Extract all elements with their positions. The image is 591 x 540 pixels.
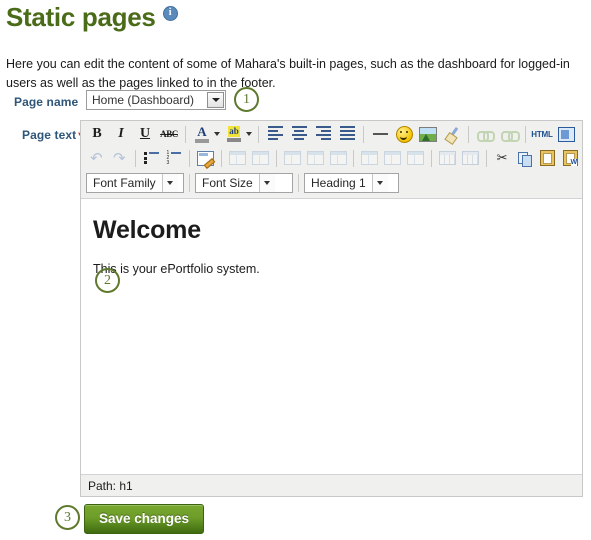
emoticon-icon[interactable]	[393, 124, 415, 145]
cut-icon[interactable]: ✂	[492, 148, 513, 169]
font-family-select-value: Font Family	[93, 176, 156, 190]
unlink-icon	[498, 124, 520, 145]
fullscreen-icon[interactable]	[555, 124, 577, 145]
rich-text-editor: B I U ABC A ab HTML ↶ ↷ 1 2 3 ✂ W Font F…	[80, 120, 583, 497]
editor-content-paragraph[interactable]: This is your ePortfolio system.	[93, 261, 570, 277]
bullet-list-icon[interactable]	[141, 148, 162, 169]
align-left-icon[interactable]	[264, 124, 286, 145]
info-icon[interactable]	[162, 6, 178, 21]
toolbar-separator	[363, 125, 364, 143]
editor-content-area[interactable]: Welcome This is your ePortfolio system.	[81, 198, 582, 475]
cell-properties-icon	[250, 148, 271, 169]
toolbar-separator	[189, 174, 190, 192]
format-select-value: Heading 1	[311, 176, 366, 190]
editor-toolbar: B I U ABC A ab HTML ↶ ↷ 1 2 3 ✂ W Font F…	[81, 121, 582, 198]
format-chevron-down-icon[interactable]	[371, 174, 388, 192]
copy-icon[interactable]	[515, 148, 536, 169]
toolbar-separator	[185, 125, 186, 143]
background-color-icon[interactable]: ab	[223, 124, 245, 145]
insert-column-after-icon	[382, 148, 403, 169]
delete-column-icon	[405, 148, 426, 169]
paste-from-word-icon[interactable]	[560, 148, 581, 169]
align-center-icon[interactable]	[288, 124, 310, 145]
merge-cells-icon	[460, 148, 481, 169]
font-size-select-value: Font Size	[202, 176, 253, 190]
align-justify-icon[interactable]	[336, 124, 358, 145]
italic-icon[interactable]: I	[110, 124, 132, 145]
annotation-marker-2: 2	[95, 268, 120, 293]
undo-icon: ↶	[90, 148, 103, 167]
cleanup-icon[interactable]	[441, 124, 463, 145]
delete-row-icon	[328, 148, 349, 169]
insert-link-icon	[474, 124, 496, 145]
insert-column-before-icon	[359, 148, 380, 169]
numbered-list-icon[interactable]: 123	[164, 148, 185, 169]
strikethrough-icon[interactable]: ABC	[158, 124, 180, 145]
horizontal-rule-icon[interactable]	[369, 124, 391, 145]
font-family-chevron-down-icon[interactable]	[161, 174, 178, 192]
editor-toolbar-row-3: Font Family Font Size Heading 1	[81, 170, 582, 196]
save-changes-button[interactable]: Save changes	[84, 504, 205, 534]
page-name-select[interactable]: Home (Dashboard)	[86, 90, 226, 110]
page-text-label-text: Page text	[22, 128, 77, 142]
toolbar-separator	[134, 149, 136, 167]
bold-icon[interactable]: B	[86, 124, 108, 145]
format-select[interactable]: Heading 1	[304, 173, 399, 193]
paste-icon[interactable]	[537, 148, 558, 169]
toolbar-separator	[275, 149, 277, 167]
split-cells-icon	[437, 148, 458, 169]
toolbar-separator	[353, 149, 355, 167]
toolbar-separator	[430, 149, 432, 167]
edit-document-icon[interactable]	[195, 148, 216, 169]
annotation-marker-1: 1	[234, 87, 259, 112]
toolbar-separator	[189, 149, 191, 167]
table-properties-icon	[227, 148, 248, 169]
insert-image-icon[interactable]	[417, 124, 439, 145]
page-text-label: Page text*	[22, 128, 83, 142]
toolbar-separator	[298, 174, 299, 192]
toolbar-separator	[468, 125, 469, 143]
page-name-label: Page name	[14, 95, 79, 109]
page-name-select-value: Home (Dashboard)	[92, 93, 195, 107]
page-title: Static pages	[6, 2, 156, 32]
annotation-marker-3: 3	[55, 505, 80, 530]
text-color-icon[interactable]: A	[191, 124, 213, 145]
editor-status-bar: Path: h1	[81, 475, 582, 496]
editor-toolbar-row-1: B I U ABC A ab HTML	[81, 122, 582, 146]
font-size-chevron-down-icon[interactable]	[258, 174, 275, 192]
font-family-select[interactable]: Font Family	[86, 173, 184, 193]
insert-row-after-icon	[305, 148, 326, 169]
html-source-icon[interactable]: HTML	[531, 124, 553, 145]
toolbar-separator	[221, 149, 223, 167]
editor-toolbar-row-2: ↶ ↷ 123 ✂	[81, 146, 582, 170]
toolbar-separator	[525, 125, 526, 143]
toolbar-separator	[258, 125, 259, 143]
toolbar-separator	[485, 149, 487, 167]
redo-icon: ↷	[112, 148, 126, 167]
editor-content-heading[interactable]: Welcome	[93, 215, 570, 245]
align-right-icon[interactable]	[312, 124, 334, 145]
page-header: Static pages	[6, 2, 178, 32]
underline-icon[interactable]: U	[134, 124, 156, 145]
insert-row-before-icon	[282, 148, 303, 169]
page-description: Here you can edit the content of some of…	[6, 56, 570, 90]
chevron-down-icon[interactable]	[207, 92, 224, 108]
font-size-select[interactable]: Font Size	[195, 173, 293, 193]
